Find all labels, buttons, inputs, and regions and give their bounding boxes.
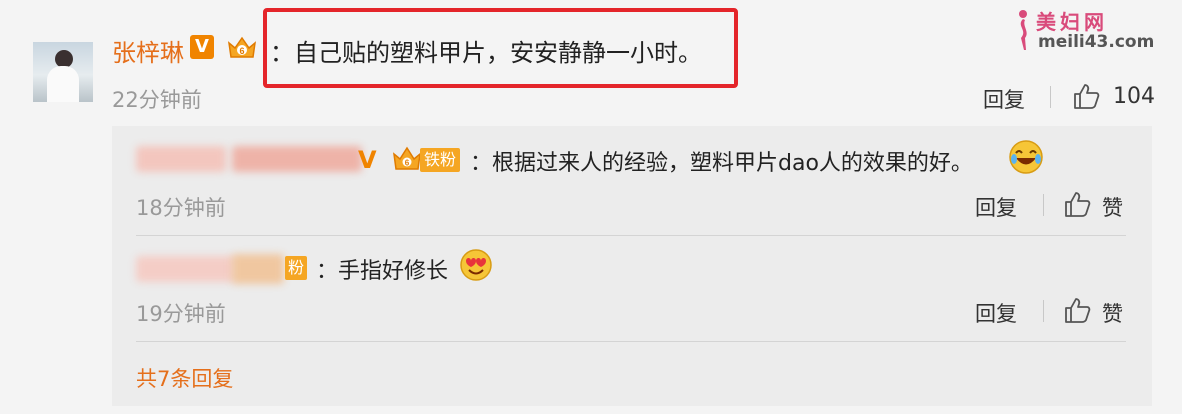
divider bbox=[136, 235, 1126, 236]
verified-badge-icon: V bbox=[190, 35, 214, 59]
reply-button[interactable]: 回复 bbox=[975, 298, 1017, 328]
reply-button[interactable]: 回复 bbox=[975, 192, 1017, 222]
view-more-replies-link[interactable]: 共7条回复 bbox=[136, 363, 233, 393]
figure-icon bbox=[1019, 10, 1027, 50]
watermark-url: meili43.com bbox=[1038, 32, 1155, 52]
reply-time: 18分钟前 bbox=[136, 196, 226, 220]
vip-crown-icon: 6 bbox=[227, 36, 257, 58]
fan-crown-icon: 6 bbox=[393, 146, 421, 170]
divider bbox=[136, 341, 1126, 342]
like-count: 104 bbox=[1113, 84, 1155, 109]
reply-text: ：手指好修长 bbox=[316, 259, 449, 284]
comment-username[interactable]: 张梓琳 bbox=[112, 33, 184, 68]
blurred-username bbox=[232, 254, 284, 284]
watermark-title: 美妇网 bbox=[1036, 10, 1108, 34]
divider bbox=[1043, 194, 1044, 216]
like-button[interactable]: 赞 bbox=[1102, 192, 1123, 222]
fan-badge: 粉 bbox=[285, 256, 308, 280]
highlight-box bbox=[263, 8, 738, 88]
thumbs-up-icon[interactable] bbox=[1072, 82, 1100, 110]
thumbs-up-icon[interactable] bbox=[1063, 190, 1091, 218]
svg-text:6: 6 bbox=[405, 159, 410, 168]
watermark-logo: 美妇网 meili43.com bbox=[1008, 4, 1178, 56]
blurred-username bbox=[136, 256, 236, 282]
fan-badge: 铁粉 bbox=[420, 148, 461, 172]
comment-time: 22分钟前 bbox=[112, 88, 202, 112]
heart-eyes-emoji-icon bbox=[460, 249, 492, 281]
verified-v-icon: V bbox=[358, 146, 377, 174]
like-button[interactable]: 赞 bbox=[1102, 298, 1123, 328]
blurred-username bbox=[136, 146, 226, 172]
reply-button[interactable]: 回复 bbox=[983, 84, 1025, 114]
blurred-username bbox=[232, 146, 362, 172]
reply-time: 19分钟前 bbox=[136, 302, 226, 326]
reply-text: ：根据过来人的经验，塑料甲片dao人的效果的好。 bbox=[470, 151, 973, 176]
avatar-body bbox=[47, 66, 79, 102]
thumbs-up-icon[interactable] bbox=[1063, 296, 1091, 324]
divider bbox=[1043, 300, 1044, 322]
svg-text:6: 6 bbox=[239, 46, 244, 56]
avatar[interactable] bbox=[33, 42, 93, 102]
laughing-emoji-icon bbox=[1009, 140, 1043, 174]
divider bbox=[1050, 86, 1051, 108]
